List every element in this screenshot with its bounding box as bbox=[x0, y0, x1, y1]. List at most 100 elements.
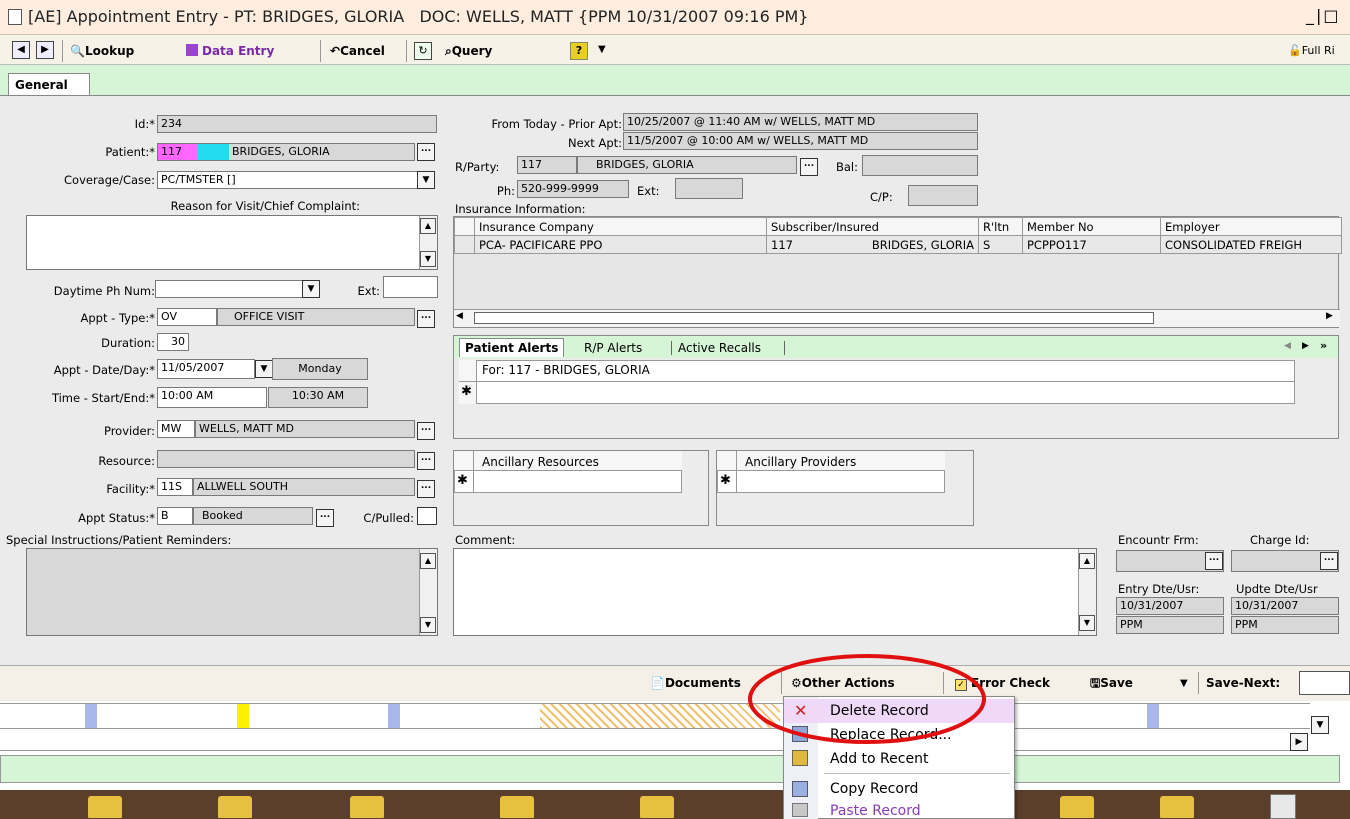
cancel-button[interactable]: ↶Cancel bbox=[330, 40, 385, 62]
window-icon bbox=[8, 9, 22, 25]
encountr-lookup-button[interactable]: ... bbox=[1205, 552, 1223, 570]
save-dropdown-icon[interactable]: ▼ bbox=[1180, 678, 1188, 689]
schedule-scroll-down-icon[interactable]: ▼ bbox=[1311, 716, 1329, 734]
special-instructions-textarea[interactable] bbox=[26, 548, 438, 636]
resource-lookup-button[interactable]: ... bbox=[417, 452, 435, 470]
help-dropdown-icon[interactable]: ▼ bbox=[598, 44, 606, 55]
schedule-strip-lower bbox=[0, 729, 1290, 751]
folder-icon[interactable] bbox=[88, 796, 122, 818]
save-next-input[interactable] bbox=[1299, 671, 1350, 695]
provider-lookup-button[interactable]: ... bbox=[417, 422, 435, 440]
grid-row-header bbox=[454, 217, 475, 236]
resource-field[interactable] bbox=[157, 450, 415, 468]
patient-code-field[interactable]: 117 bbox=[157, 143, 197, 161]
insurance-grid: Insurance Company Subscriber/Insured R'l… bbox=[453, 216, 1342, 328]
query-button[interactable]: ⌕Query bbox=[445, 40, 492, 62]
tab-active-recalls[interactable]: Active Recalls bbox=[678, 341, 761, 355]
id-field[interactable]: 234 bbox=[157, 115, 437, 133]
folder-icon[interactable] bbox=[1160, 796, 1194, 818]
daytime-ext-field[interactable] bbox=[383, 276, 438, 298]
help-icon[interactable]: ? bbox=[570, 42, 588, 60]
insurance-col-company[interactable]: Insurance Company bbox=[474, 217, 767, 236]
appt-date-label: Appt - Date/Day:* bbox=[53, 363, 155, 377]
resource-label: Resource: bbox=[98, 454, 155, 468]
insurance-col-member[interactable]: Member No bbox=[1022, 217, 1161, 236]
daytime-phone-dropdown-icon[interactable]: ▼ bbox=[302, 280, 320, 298]
insurance-col-subscriber[interactable]: Subscriber/Insured bbox=[766, 217, 979, 236]
menu-item-paste-record[interactable]: Paste Record bbox=[784, 799, 1014, 819]
notepad-icon[interactable] bbox=[1270, 794, 1296, 819]
insurance-cell-company: PCA- PACIFICARE PPO bbox=[474, 235, 767, 254]
save-button[interactable]: 🖫Save bbox=[1090, 672, 1133, 694]
tab-overflow-icon[interactable]: » bbox=[1320, 339, 1327, 352]
ancillary-providers-header[interactable]: Ancillary Providers bbox=[745, 455, 856, 469]
schedule-scroll-right-icon[interactable]: ▶ bbox=[1290, 733, 1308, 751]
folder-icon[interactable] bbox=[500, 796, 534, 818]
documents-button[interactable]: 📄Documents bbox=[650, 672, 741, 694]
time-start-field[interactable]: 10:00 AM bbox=[157, 387, 267, 408]
patient-lookup-button[interactable]: ... bbox=[417, 143, 435, 161]
scroll-thumb[interactable] bbox=[474, 312, 1154, 324]
folder-icon[interactable] bbox=[350, 796, 384, 818]
ancillary-resources-header[interactable]: Ancillary Resources bbox=[482, 455, 599, 469]
tab-patient-alerts[interactable]: Patient Alerts bbox=[459, 338, 565, 357]
reason-textarea[interactable] bbox=[26, 215, 438, 270]
scroll-left-icon[interactable]: ◀ bbox=[456, 311, 463, 321]
menu-item-copy-record[interactable]: Copy Record bbox=[784, 777, 1014, 801]
appt-type-lookup-button[interactable]: ... bbox=[417, 310, 435, 328]
save-next-button[interactable]: Save-Next: bbox=[1206, 672, 1280, 694]
insurance-cell-subscriber: 117 BRIDGES, GLORIA bbox=[766, 235, 979, 254]
appt-status-code-field[interactable]: B bbox=[157, 507, 193, 525]
scroll-right-icon[interactable]: ▶ bbox=[1326, 311, 1333, 321]
appt-date-field[interactable]: 11/05/2007 bbox=[157, 359, 255, 379]
insurance-col-employer[interactable]: Employer bbox=[1160, 217, 1342, 236]
tab-general[interactable]: General bbox=[8, 73, 90, 96]
appt-status-lookup-button[interactable]: ... bbox=[316, 509, 334, 527]
scroll-up-icon[interactable]: ▲ bbox=[420, 218, 436, 234]
entry-date-field: 10/31/2007 bbox=[1116, 597, 1224, 615]
full-rights-button[interactable]: 🔓Full Ri bbox=[1288, 40, 1335, 62]
data-entry-button[interactable]: Data Entry bbox=[186, 40, 274, 62]
comment-scrollbar[interactable]: ▲ ▼ bbox=[1078, 549, 1096, 635]
lookup-button[interactable]: 🔍Lookup bbox=[70, 40, 134, 62]
reason-scrollbar[interactable]: ▲ ▼ bbox=[419, 216, 437, 269]
insurance-col-relation[interactable]: R'ltn bbox=[978, 217, 1023, 236]
nav-forward-icon[interactable]: ▶ bbox=[36, 41, 54, 59]
scroll-down-icon[interactable]: ▼ bbox=[420, 617, 436, 633]
folder-icon[interactable] bbox=[640, 796, 674, 818]
cpulled-checkbox[interactable] bbox=[417, 507, 437, 525]
folder-icon[interactable] bbox=[1060, 796, 1094, 818]
nav-back-icon[interactable]: ◀ bbox=[12, 41, 30, 59]
charge-lookup-button[interactable]: ... bbox=[1320, 552, 1338, 570]
scroll-up-icon[interactable]: ▲ bbox=[1079, 553, 1095, 569]
appt-type-code-field[interactable]: OV bbox=[157, 308, 217, 326]
appt-date-dropdown-icon[interactable]: ▼ bbox=[255, 360, 273, 378]
tab-scroll-right-icon[interactable]: ▶ bbox=[1302, 341, 1309, 351]
scroll-down-icon[interactable]: ▼ bbox=[1079, 615, 1095, 631]
rparty-code-field[interactable]: 117 bbox=[517, 156, 577, 174]
coverage-dropdown-icon[interactable]: ▼ bbox=[417, 171, 435, 189]
scroll-down-icon[interactable]: ▼ bbox=[420, 251, 436, 267]
facility-code-field[interactable]: 11S bbox=[157, 478, 193, 496]
comment-textarea[interactable] bbox=[453, 548, 1097, 636]
rparty-lookup-button[interactable]: ... bbox=[800, 158, 818, 176]
special-scrollbar[interactable]: ▲ ▼ bbox=[419, 549, 437, 635]
window-controls[interactable]: _|□ bbox=[1306, 6, 1341, 25]
rparty-label: R/Party: bbox=[455, 160, 500, 174]
ph-field[interactable]: 520-999-9999 bbox=[517, 180, 629, 198]
tab-rp-alerts[interactable]: R/P Alerts bbox=[584, 341, 642, 355]
coverage-select[interactable]: PC/TMSTER [] bbox=[157, 171, 419, 189]
tab-scroll-left-icon[interactable]: ◀ bbox=[1284, 341, 1291, 351]
scroll-up-icon[interactable]: ▲ bbox=[420, 553, 436, 569]
provider-code-field[interactable]: MW bbox=[157, 420, 195, 438]
daytime-phone-select[interactable] bbox=[155, 280, 303, 298]
folder-icon[interactable] bbox=[218, 796, 252, 818]
ph-ext-field[interactable] bbox=[675, 178, 743, 199]
duration-field[interactable]: 30 bbox=[157, 333, 189, 351]
menu-item-add-to-recent[interactable]: Add to Recent bbox=[784, 747, 1014, 771]
status-bar bbox=[0, 755, 1340, 783]
facility-lookup-button[interactable]: ... bbox=[417, 480, 435, 498]
insurance-hscrollbar[interactable]: ◀ ▶ bbox=[454, 309, 1340, 327]
table-row[interactable]: PCA- PACIFICARE PPO 117 BRIDGES, GLORIA S… bbox=[454, 235, 1342, 254]
refresh-icon[interactable]: ↻ bbox=[414, 42, 432, 60]
